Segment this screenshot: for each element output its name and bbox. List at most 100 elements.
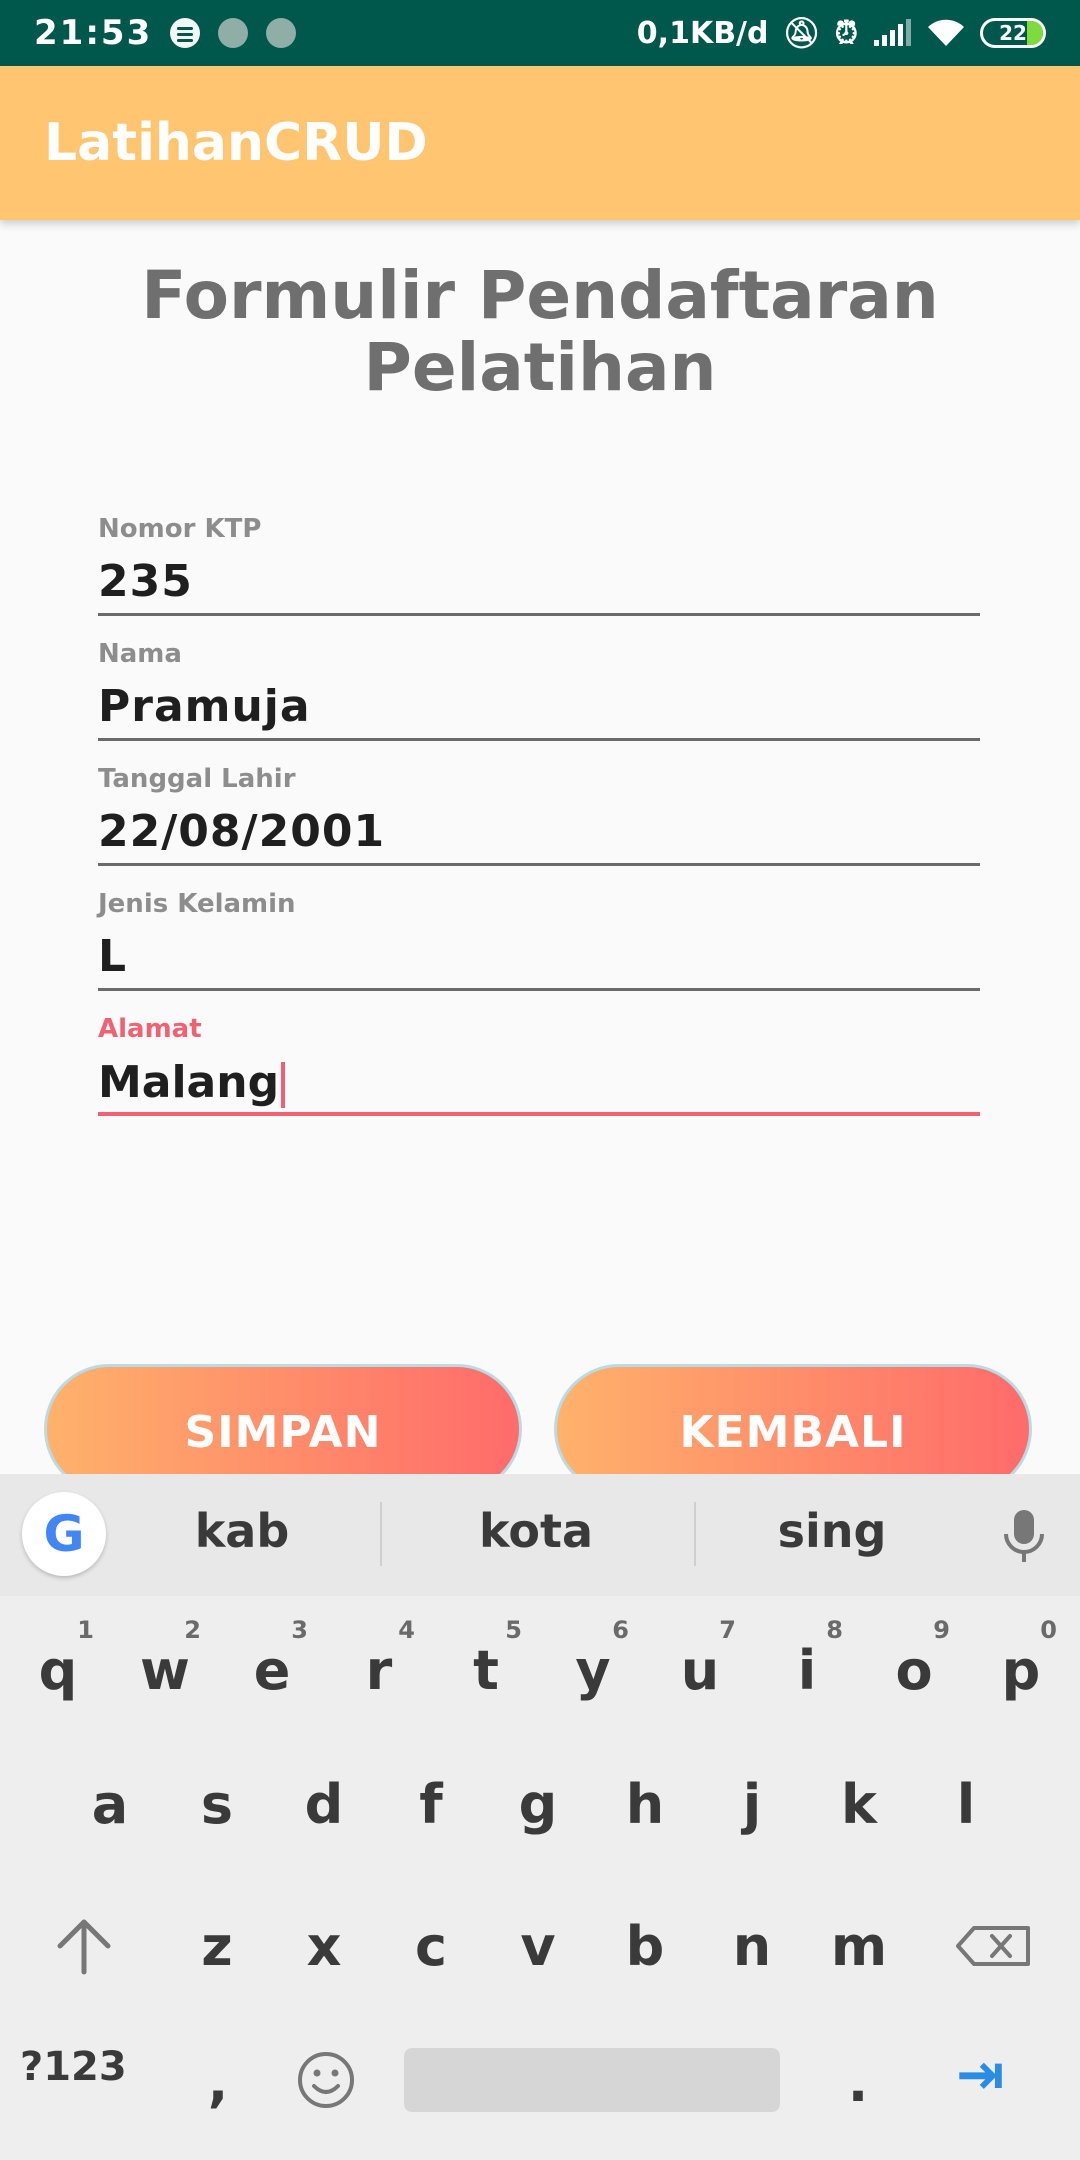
form-title-line2: Pelatihan [363,329,717,406]
tanggal-lahir-label: Tanggal Lahir [98,764,296,794]
key-m[interactable]: m [809,1886,909,2006]
network-speed: 0,1KB/d [636,15,769,51]
battery-icon: 22 [980,18,1046,48]
key-d[interactable]: d [274,1744,374,1864]
jenis-kelamin-input[interactable] [98,925,980,991]
battery-level: 22 [999,21,1027,45]
key-w[interactable]: w2 [115,1610,215,1730]
suggestion-2[interactable]: kota [416,1504,656,1558]
google-icon[interactable]: G [22,1492,106,1576]
key-v[interactable]: v [488,1886,588,2006]
form-title-line1: Formulir Pendaftaran [141,257,939,334]
key-r[interactable]: r4 [329,1610,429,1730]
key-u-digit: 7 [719,1616,736,1644]
suggestion-divider [380,1502,382,1566]
key-p-digit: 0 [1040,1616,1057,1644]
key-l[interactable]: l [916,1744,1016,1864]
status-right: 0,1KB/d 🔕︎ ⏰︎ 22 [637,16,1046,51]
key-r-label: r [365,1638,393,1702]
status-bar: 21:53 0,1KB/d 🔕︎ ⏰︎ 22 [0,0,1080,66]
shift-icon[interactable] [34,1886,134,2006]
wifi-icon [928,19,964,46]
key-z[interactable]: z [167,1886,267,2006]
jenis-kelamin-field: Jenis Kelamin [98,889,980,991]
ktp-input[interactable] [98,550,980,616]
period-key[interactable]: . [808,2022,908,2142]
app-bar: LatihanCRUD [0,66,1080,220]
enter-icon[interactable]: ⇥ [956,2040,1005,2108]
key-j[interactable]: j [702,1744,802,1864]
key-row-1: q1 w2 e3 r4 t5 y6 u7 i8 o9 p0 [0,1610,1080,1740]
emoji-icon[interactable] [276,2020,376,2140]
key-row-2: a s d f g h j k l [0,1744,1080,1874]
key-i[interactable]: i8 [757,1610,857,1730]
signal-icon [874,19,911,46]
symbols-key[interactable]: ?123 [20,2044,127,2090]
suggestion-1[interactable]: kab [122,1504,362,1558]
key-h[interactable]: h [595,1744,695,1864]
key-x[interactable]: x [274,1886,374,2006]
key-o-digit: 9 [933,1616,950,1644]
suggestion-3[interactable]: sing [712,1504,952,1558]
key-f[interactable]: f [381,1744,481,1864]
key-a[interactable]: a [60,1744,160,1864]
status-left: 21:53 [34,13,297,53]
key-p[interactable]: p0 [971,1610,1071,1730]
key-o-label: o [895,1638,933,1702]
jenis-kelamin-label: Jenis Kelamin [98,889,296,919]
key-i-digit: 8 [826,1616,843,1644]
key-y-label: y [575,1638,611,1702]
ktp-field: Nomor KTP [98,514,980,616]
key-n[interactable]: n [702,1886,802,2006]
alamat-label: Alamat [98,1014,202,1044]
keyboard: G kab kota sing q1 w2 e3 r4 t5 y6 u7 i8 … [0,1474,1080,2160]
suggestion-bar: G kab kota sing [0,1474,1080,1596]
tanggal-lahir-input[interactable] [98,800,980,866]
key-o[interactable]: o9 [864,1610,964,1730]
key-u[interactable]: u7 [650,1610,750,1730]
alamat-field: Alamat Malang [98,1014,980,1116]
key-y[interactable]: y6 [543,1610,643,1730]
key-e[interactable]: e3 [222,1610,322,1730]
key-y-digit: 6 [612,1616,629,1644]
mute-icon: 🔕︎ [782,15,821,51]
key-w-digit: 2 [184,1616,201,1644]
key-e-digit: 3 [291,1616,308,1644]
key-e-label: e [253,1638,291,1702]
form-title: Formulir Pendaftaran Pelatihan [0,260,1080,404]
key-w-label: w [140,1638,190,1702]
key-r-digit: 4 [398,1616,415,1644]
mic-icon[interactable] [1002,1508,1046,1564]
key-q[interactable]: q1 [8,1610,108,1730]
key-q-digit: 1 [77,1616,94,1644]
key-row-3: z x c v b n m [0,1886,1080,2016]
key-t[interactable]: t5 [436,1610,536,1730]
alamat-input[interactable]: Malang [98,1050,980,1116]
key-c[interactable]: c [381,1886,481,2006]
text-caret [281,1062,286,1108]
status-time: 21:53 [34,13,153,53]
nama-label: Nama [98,639,182,669]
spotify-icon [170,18,201,48]
space-bar[interactable] [404,2048,780,2112]
suggestion-divider [694,1502,696,1566]
key-u-label: u [680,1638,720,1702]
key-t-label: t [473,1638,499,1702]
key-g[interactable]: g [488,1744,588,1864]
alamat-value: Malang [98,1057,280,1108]
key-t-digit: 5 [505,1616,522,1644]
key-b[interactable]: b [595,1886,695,2006]
app-title: LatihanCRUD [44,113,428,173]
ktp-label: Nomor KTP [98,514,262,544]
key-p-label: p [1001,1638,1041,1702]
tanggal-lahir-field: Tanggal Lahir [98,764,980,866]
key-k[interactable]: k [809,1744,909,1864]
key-i-label: i [797,1638,817,1702]
comma-key[interactable]: , [168,2022,268,2142]
key-s[interactable]: s [167,1744,267,1864]
backspace-icon[interactable] [944,1886,1044,2006]
nama-field: Nama [98,639,980,741]
app-notification-icon [218,18,249,48]
key-q-label: q [38,1638,78,1702]
nama-input[interactable] [98,675,980,741]
